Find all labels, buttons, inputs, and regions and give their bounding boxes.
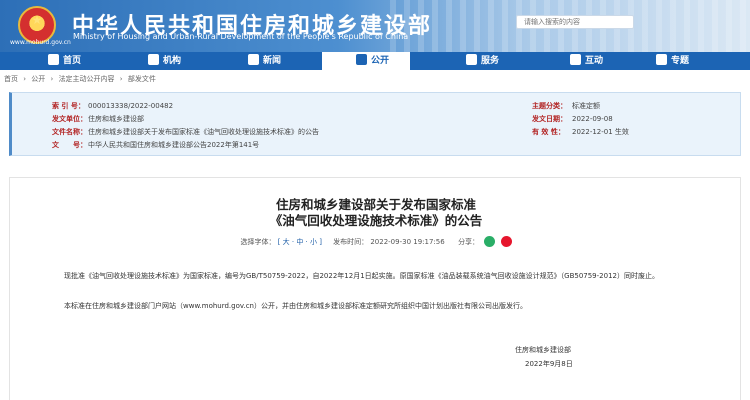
breadcrumb-separator: › <box>50 75 54 83</box>
font-size-options[interactable]: [ 大 · 中 · 小 ] <box>278 238 322 246</box>
font-size-label: 选择字体： <box>240 238 276 246</box>
wechat-share-icon[interactable] <box>484 236 496 247</box>
weibo-share-icon[interactable] <box>500 236 512 247</box>
info-label: 文 号： <box>52 141 87 149</box>
nav-item-news[interactable]: 新闻 <box>240 52 310 70</box>
chat-icon <box>570 54 581 65</box>
nav-item-label: 服务 <box>481 56 500 66</box>
info-doc-number: 文 号：中华人民共和国住房和城乡建设部公告2022年第141号 <box>52 140 259 150</box>
breadcrumb: 首页 › 公开 › 法定主动公开内容 › 部发文件 <box>4 74 159 84</box>
document-icon <box>356 54 367 65</box>
nav-item-label: 机构 <box>163 56 182 66</box>
info-date: 发文日期： 2022-09-08 <box>532 114 613 124</box>
nav-item-label: 首页 <box>63 56 82 66</box>
breadcrumb-statutory[interactable]: 法定主动公开内容 <box>59 75 115 83</box>
nav-item-label: 专题 <box>671 56 690 66</box>
search-input[interactable] <box>524 16 633 28</box>
share-label: 分享： <box>458 238 480 246</box>
info-issuer: 发文单位：住房和城乡建设部 <box>52 114 144 124</box>
site-header: ★ 中华人民共和国住房和城乡建设部 Ministry of Housing an… <box>0 0 750 52</box>
breadcrumb-separator: › <box>119 75 123 83</box>
info-label: 索 引 号： <box>52 102 85 110</box>
site-url: www.mohurd.gov.cn <box>10 39 71 46</box>
breadcrumb-public[interactable]: 公开 <box>31 75 45 83</box>
info-label: 发文日期： <box>532 115 567 123</box>
info-label: 文件名称： <box>52 128 87 136</box>
article-title-line2: 《油气回收处理设施技术标准》的公告 <box>269 213 483 228</box>
info-label: 主题分类： <box>532 102 567 110</box>
article-meta: 选择字体： [ 大 · 中 · 小 ] 发布时间： 2022-09-30 19:… <box>10 236 742 247</box>
info-value: 2022-09-08 <box>572 115 613 123</box>
signature-org: 住房和城乡建设部 <box>515 346 571 354</box>
nav-item-home[interactable]: 首页 <box>40 52 110 70</box>
main-nav: 首页 机构 新闻 公开 服务 互动 专题 <box>0 52 750 70</box>
nav-item-topics[interactable]: 专题 <box>648 52 718 70</box>
building-icon <box>148 54 159 65</box>
document-info-box: 索 引 号： 000013338/2022-00482 发文单位：住房和城乡建设部… <box>9 92 741 156</box>
nav-item-label: 新闻 <box>263 56 282 66</box>
breadcrumb-separator: › <box>23 75 27 83</box>
nav-item-label: 互动 <box>585 56 604 66</box>
signature-date: 2022年9月8日 <box>525 360 573 368</box>
nav-item-label: 公开 <box>371 56 390 66</box>
info-value: 000013338/2022-00482 <box>88 102 174 110</box>
breadcrumb-home[interactable]: 首页 <box>4 75 18 83</box>
info-value: 住房和城乡建设部关于发布国家标准《油气回收处理设施技术标准》的公告 <box>88 128 319 136</box>
search-box[interactable] <box>516 15 634 29</box>
breadcrumb-ministry-docs[interactable]: 部发文件 <box>128 75 156 83</box>
info-value: 标准定额 <box>572 102 600 110</box>
info-value: 2022-12-01 生效 <box>572 128 629 136</box>
nav-item-interaction[interactable]: 互动 <box>562 52 632 70</box>
article-paragraph-1: 现批准《油气回收处理设施技术标准》为国家标准，编号为GB/T50759-2022… <box>64 272 659 280</box>
nav-item-organization[interactable]: 机构 <box>140 52 210 70</box>
info-value: 中华人民共和国住房和城乡建设部公告2022年第141号 <box>88 141 260 149</box>
article-paragraph-2: 本标准在住房和城乡建设部门户网站（www.mohurd.gov.cn）公开，并由… <box>64 302 527 310</box>
info-value: 住房和城乡建设部 <box>88 115 144 123</box>
info-label: 有 效 性： <box>532 128 565 136</box>
nav-item-service[interactable]: 服务 <box>458 52 528 70</box>
home-icon <box>48 54 59 65</box>
site-subtitle: Ministry of Housing and Urban-Rural Deve… <box>73 32 409 41</box>
article-container: 住房和城乡建设部关于发布国家标准 《油气回收处理设施技术标准》的公告 选择字体：… <box>9 177 741 400</box>
news-icon <box>248 54 259 65</box>
info-category: 主题分类： 标准定额 <box>532 101 600 111</box>
service-icon <box>466 54 477 65</box>
info-index: 索 引 号： 000013338/2022-00482 <box>52 101 173 111</box>
topic-icon <box>656 54 667 65</box>
publish-time-label: 发布时间： <box>333 238 369 246</box>
info-validity: 有 效 性： 2022-12-01 生效 <box>532 127 629 137</box>
info-doc-name: 文件名称：住房和城乡建设部关于发布国家标准《油气回收处理设施技术标准》的公告 <box>52 127 319 137</box>
nav-item-public[interactable]: 公开 <box>322 52 410 70</box>
publish-time-value: 2022-09-30 19:17:56 <box>370 238 445 246</box>
info-label: 发文单位： <box>52 115 87 123</box>
